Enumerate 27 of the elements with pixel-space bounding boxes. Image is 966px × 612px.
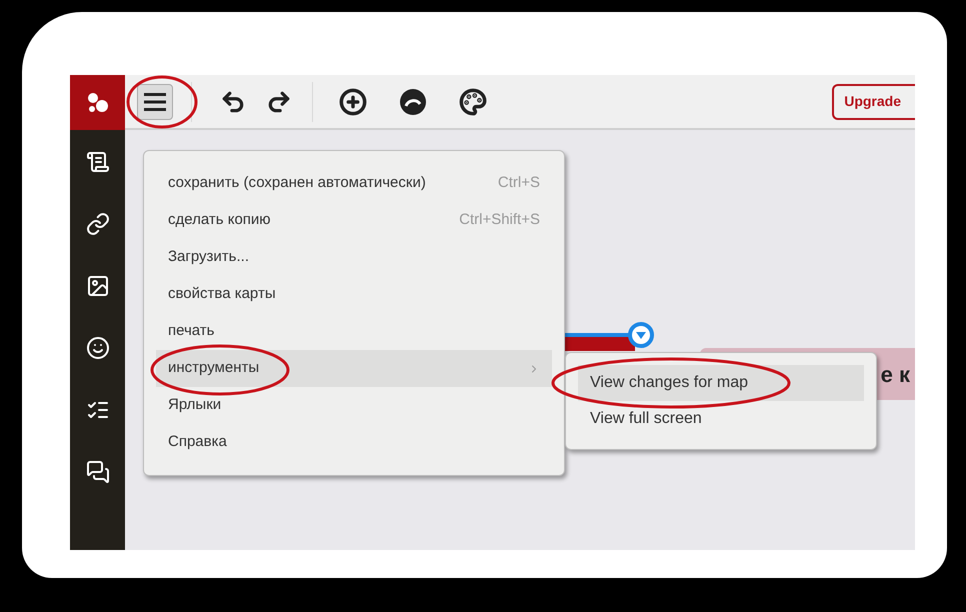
menu-button[interactable] — [137, 84, 173, 120]
menu-item[interactable]: инструменты — [156, 350, 552, 387]
add-icon[interactable] — [339, 88, 367, 116]
smiley-icon[interactable] — [86, 336, 110, 360]
collapse-toggle-icon[interactable] — [628, 322, 654, 348]
annotation-ellipse — [126, 76, 198, 128]
palette-icon[interactable] — [459, 88, 487, 116]
menu-item[interactable]: Справка — [156, 424, 552, 461]
menu-item[interactable]: сохранить (сохранен автоматически) Ctrl+S — [156, 165, 552, 202]
shortcut-text: Ctrl+S — [498, 173, 540, 194]
menu-item[interactable]: печать — [156, 313, 552, 350]
submenu-item[interactable]: View changes for map — [578, 365, 864, 401]
image-icon[interactable] — [86, 274, 110, 298]
redo-icon[interactable] — [266, 88, 292, 114]
link-icon[interactable] — [86, 212, 110, 236]
menu-item[interactable]: сделать копию Ctrl+Shift+S — [156, 202, 552, 239]
menu-item[interactable]: Ярлыки — [156, 387, 552, 424]
outline-icon[interactable] — [86, 150, 110, 174]
submenu-item[interactable]: View full screen — [578, 401, 864, 437]
shortcut-text: Ctrl+Shift+S — [459, 210, 540, 230]
upgrade-button[interactable]: Upgrade — [832, 84, 915, 120]
node-text: е к — [880, 360, 910, 388]
menu-item[interactable]: свойства карты — [156, 276, 552, 313]
menu-icon — [144, 92, 166, 112]
undo-icon[interactable] — [220, 88, 246, 114]
chat-icon[interactable] — [86, 460, 110, 484]
menu-item[interactable]: Загрузить... — [156, 239, 552, 276]
